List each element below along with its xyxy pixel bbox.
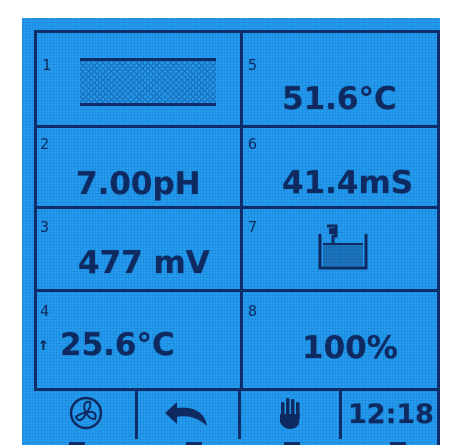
- grid-line-right: [437, 30, 440, 445]
- grid-line-row-2: [34, 206, 440, 209]
- back-button[interactable]: [138, 391, 241, 439]
- clock-display: 12:18: [348, 399, 434, 430]
- cell-4-number: 4: [40, 302, 50, 320]
- undo-arrow-icon: [163, 398, 213, 433]
- grid-line-row-1: [34, 125, 440, 128]
- grid-line-top: [34, 30, 440, 33]
- grid-line-row-3: [34, 289, 440, 292]
- manual-mode-button[interactable]: [241, 391, 342, 439]
- cell-8-number: 8: [248, 302, 258, 320]
- cell-1-number: 1: [42, 56, 52, 74]
- cell-5-number: 5: [248, 56, 258, 74]
- dosing-tank-icon: [318, 224, 368, 270]
- fan-button[interactable]: [37, 391, 138, 439]
- fan-icon: [69, 396, 103, 435]
- cell-3-orp-value: 477 mV: [78, 245, 210, 281]
- cell-2-number: 2: [40, 135, 50, 153]
- hand-icon: [277, 396, 303, 435]
- cell-4-temperature: 25.6°C: [60, 327, 175, 363]
- grid-line-center: [240, 30, 243, 391]
- lcd-panel: 1 5 51.6°C 2 7.00pH 6 41.4mS 3 477 mV 7: [22, 18, 440, 445]
- grid-line-left: [34, 30, 37, 391]
- cell-2-ph-value: 7.00pH: [76, 166, 201, 202]
- cell-7-number: 7: [248, 218, 258, 236]
- lcd-display-screen: 1 5 51.6°C 2 7.00pH 6 41.4mS 3 477 mV 7: [0, 0, 462, 445]
- heating-marker-icon: ↑: [38, 334, 49, 355]
- tank-level-bar: [80, 58, 216, 106]
- cell-8-percentage: 100%: [302, 330, 398, 366]
- cell-6-conductivity: 41.4mS: [282, 165, 414, 201]
- cell-5-temperature: 51.6°C: [282, 81, 397, 117]
- cell-3-number: 3: [40, 218, 50, 236]
- cell-6-number: 6: [248, 135, 258, 153]
